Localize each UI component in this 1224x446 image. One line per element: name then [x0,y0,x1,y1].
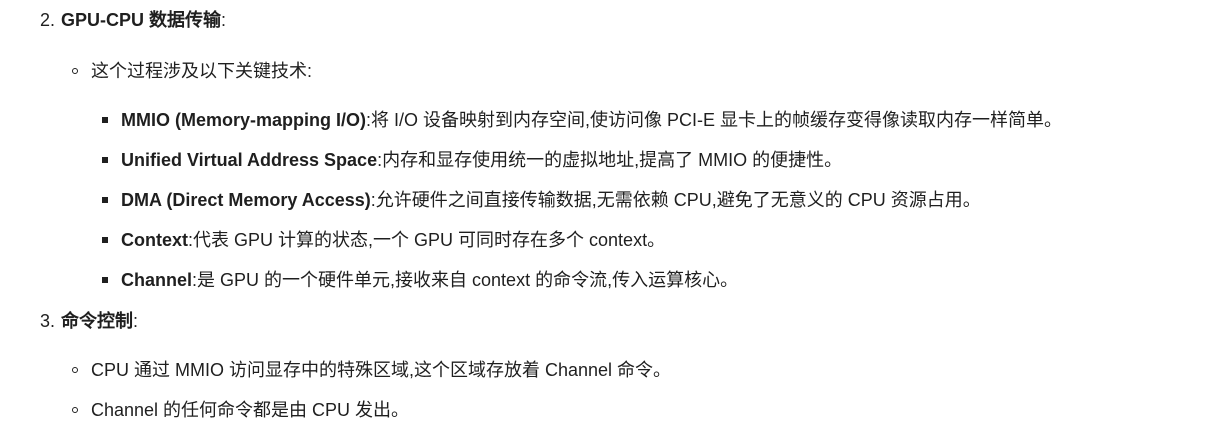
list-item: DMA (Direct Memory Access):允许硬件之间直接传输数据,… [121,187,981,213]
section-3-heading: 3. 命令控制: [40,308,138,334]
square-bullet-icon [102,117,108,123]
square-bullet-icon [102,197,108,203]
list-item: Unified Virtual Address Space:内存和显存使用统一的… [121,147,842,173]
hollow-bullet-icon [72,68,78,74]
item-term: Channel [121,270,193,290]
list-item: MMIO (Memory-mapping I/O):将 I/O 设备映射到内存空… [121,107,1062,133]
section-3-title: 命令控制 [61,311,134,331]
section-2-number: 2. [40,10,56,30]
hollow-bullet-icon [72,407,78,413]
item-description: 允许硬件之间直接传输数据,无需依赖 CPU,避免了无意义的 CPU 资源占用。 [375,190,981,210]
item-description: 将 I/O 设备映射到内存空间,使访问像 PCI-E 显卡上的帧缓存变得像读取内… [371,110,1063,130]
hollow-bullet-icon [72,367,78,373]
list-item: Channel 的任何命令都是由 CPU 发出。 [91,400,410,420]
section-2-heading: 2. GPU-CPU 数据传输: [40,7,226,33]
list-item: CPU 通过 MMIO 访问显存中的特殊区域,这个区域存放着 Channel 命… [91,360,672,380]
document-body: 2. GPU-CPU 数据传输: 这个过程涉及以下关键技术: MMIO (Memo… [0,0,1224,446]
item-term: MMIO (Memory-mapping I/O) [121,110,366,130]
item-term: Context [121,230,188,250]
item-term: Unified Virtual Address Space [121,150,378,170]
list-item: Channel:是 GPU 的一个硬件单元,接收来自 context 的命令流,… [121,267,738,293]
section-2-intro: 这个过程涉及以下关键技术: [91,61,312,81]
section-3-colon: : [133,311,139,331]
square-bullet-icon [102,237,108,243]
section-3-number: 3. [40,311,56,331]
square-bullet-icon [102,277,108,283]
section-2-title: GPU-CPU 数据传输 [61,10,222,30]
item-description: 代表 GPU 计算的状态,一个 GPU 可同时存在多个 context。 [193,230,666,250]
square-bullet-icon [102,157,108,163]
item-description: 内存和显存使用统一的虚拟地址,提高了 MMIO 的便捷性。 [382,150,843,170]
item-description: 是 GPU 的一个硬件单元,接收来自 context 的命令流,传入运算核心。 [197,270,739,290]
list-item: Context:代表 GPU 计算的状态,一个 GPU 可同时存在多个 cont… [121,227,665,253]
item-term: DMA (Direct Memory Access) [121,190,371,210]
section-2-colon: : [221,10,227,30]
